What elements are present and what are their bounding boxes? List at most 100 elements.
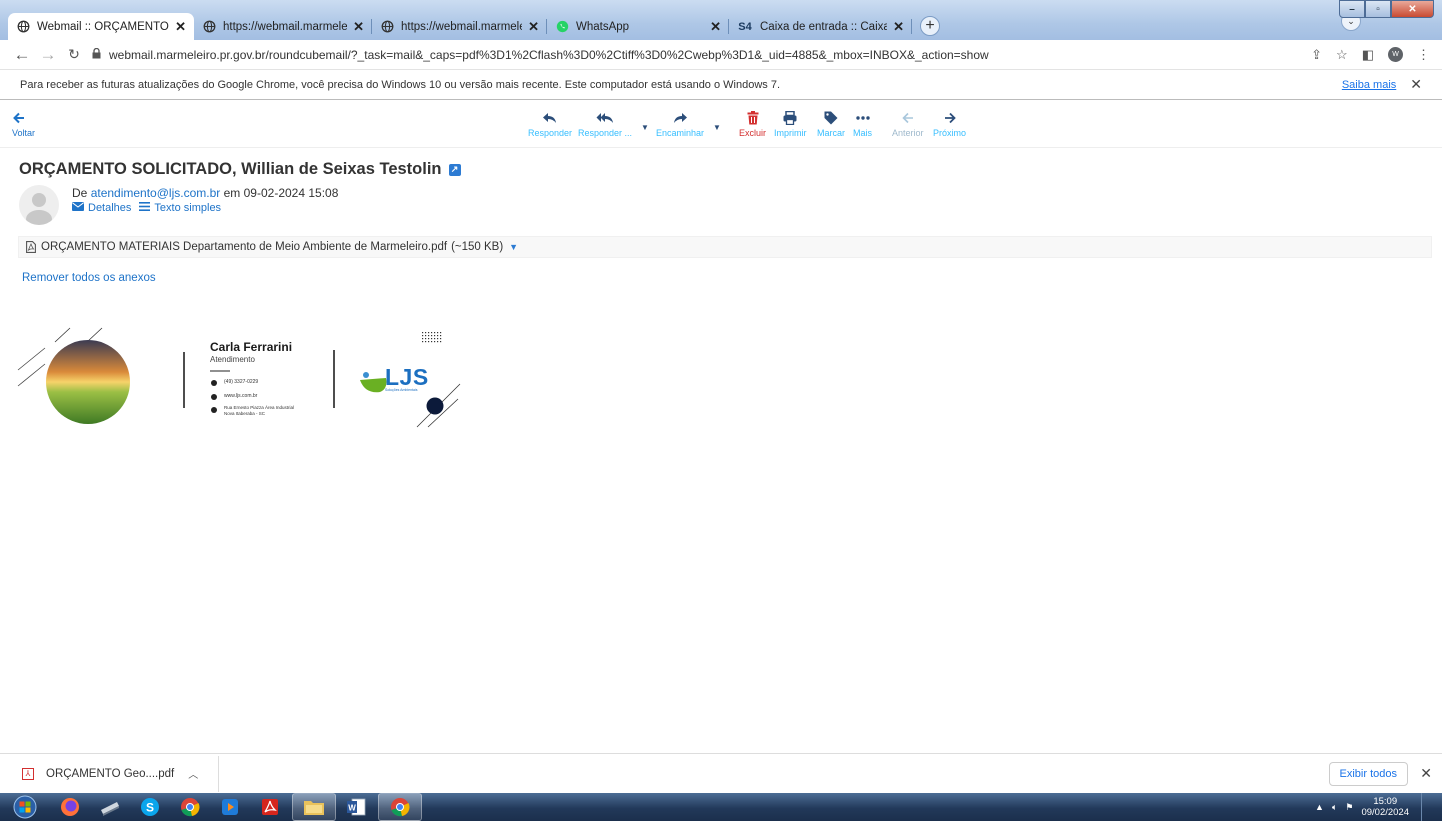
company-logo-text: LJS: [385, 364, 429, 390]
tab-close-icon[interactable]: ✕: [893, 19, 904, 35]
attachment-item[interactable]: ORÇAMENTO MATERIAIS Departamento de Meio…: [18, 236, 1432, 258]
message-subject: ORÇAMENTO SOLICITADO, Willian de Seixas …: [19, 160, 461, 179]
plain-text-link[interactable]: Texto simples: [139, 202, 221, 214]
tray-expand-icon[interactable]: ▲: [1315, 802, 1324, 812]
date-prefix: em: [223, 186, 241, 200]
tab-close-icon[interactable]: ✕: [710, 19, 721, 35]
signature-role: Atendimento: [210, 355, 255, 364]
back-button[interactable]: Voltar: [12, 108, 35, 138]
clock[interactable]: 15:09 09/02/2024: [1361, 796, 1409, 818]
tab-close-icon[interactable]: ✕: [528, 19, 539, 35]
forward-arrow-icon[interactable]: →: [35, 45, 61, 65]
reply-all-button[interactable]: Responder ...: [578, 108, 632, 138]
open-in-new-window-icon[interactable]: ↗: [448, 163, 461, 176]
browser-tab-strip: Webmail :: ORÇAMENTO SOLICITADO ✕ https:…: [0, 0, 1442, 40]
company-logo-subtitle: Soluções Ambientais: [385, 388, 418, 392]
maximize-button[interactable]: ▫: [1365, 0, 1391, 18]
attachment-menu-dropdown-icon[interactable]: ▼: [509, 242, 518, 252]
svg-text:W: W: [348, 804, 356, 813]
attachment-name: ORÇAMENTO MATERIAIS Departamento de Meio…: [41, 241, 448, 253]
start-button[interactable]: [0, 793, 50, 821]
skype-icon[interactable]: S: [130, 793, 170, 821]
menu-kebab-icon[interactable]: ⋮: [1417, 47, 1430, 63]
pdf-file-icon: [26, 241, 36, 253]
side-panel-icon[interactable]: ◧: [1362, 47, 1374, 63]
window-controls: – ▫ ✕: [1339, 0, 1434, 18]
infobar-message: Para receber as futuras atualizações do …: [20, 78, 781, 91]
globe-icon: [380, 20, 394, 34]
minimize-button[interactable]: –: [1339, 0, 1365, 18]
tab-close-icon[interactable]: ✕: [175, 19, 186, 35]
share-icon[interactable]: ⇪: [1311, 47, 1322, 63]
more-button[interactable]: Mais: [853, 108, 872, 138]
tab-list: Webmail :: ORÇAMENTO SOLICITADO ✕ https:…: [8, 13, 940, 40]
mark-label: Marcar: [817, 128, 846, 138]
tab-title: https://webmail.marmeleiro.pr.gov.br: [401, 20, 522, 33]
tab-whatsapp[interactable]: WhatsApp ✕: [547, 13, 729, 40]
ellipsis-icon: [855, 108, 870, 128]
signature-address-1: Rua Ernesto Piazza Área Industrial: [224, 405, 295, 410]
scanner-icon[interactable]: [90, 793, 130, 821]
whatsapp-icon: [555, 20, 569, 34]
address-bar[interactable]: webmail.marmeleiro.pr.gov.br/roundcubema…: [92, 44, 1308, 66]
acrobat-icon[interactable]: [250, 793, 290, 821]
media-player-icon[interactable]: [210, 793, 250, 821]
new-tab-button[interactable]: +: [920, 16, 940, 36]
signature-website: www.ljs.com.br: [224, 393, 258, 399]
close-icon[interactable]: ✕: [1410, 76, 1422, 93]
forward-label: Encaminhar: [656, 128, 705, 138]
more-label: Mais: [853, 128, 873, 138]
learn-more-link[interactable]: Saiba mais: [1342, 79, 1396, 91]
print-button[interactable]: Imprimir: [774, 108, 807, 138]
volume-icon[interactable]: 🔈︎: [1332, 802, 1337, 813]
profile-avatar[interactable]: W: [1388, 47, 1403, 62]
lock-icon: [92, 47, 101, 62]
delete-label: Excluir: [739, 128, 767, 138]
tab-title: Webmail :: ORÇAMENTO SOLICITADO: [37, 20, 169, 33]
reply-all-icon: [596, 108, 614, 128]
globe-icon: [16, 20, 30, 34]
sender-email-link[interactable]: atendimento@ljs.com.br: [91, 186, 221, 200]
forward-dropdown-icon[interactable]: ▼: [713, 123, 721, 132]
file-explorer-icon[interactable]: [292, 793, 336, 821]
tab-inbox[interactable]: S4 Caixa de entrada :: Caixa de entrada …: [729, 13, 912, 40]
tab-webmail-3[interactable]: https://webmail.marmeleiro.pr.gov.br ✕: [372, 13, 547, 40]
mail-toolbar: Voltar Responder Responder ... ▼ Encamin…: [0, 103, 1442, 148]
show-desktop-button[interactable]: [1421, 793, 1430, 821]
download-item[interactable]: ⅄ ORÇAMENTO Geo....pdf ︿: [0, 755, 220, 792]
subject-text: ORÇAMENTO SOLICITADO, Willian de Seixas …: [19, 160, 442, 178]
firefox-icon[interactable]: [50, 793, 90, 821]
tab-title: https://webmail.marmeleiro.pr.gov.br: [223, 20, 348, 33]
chrome-active-icon[interactable]: [378, 793, 422, 821]
remove-all-attachments-link[interactable]: Remover todos os anexos: [22, 272, 156, 284]
mark-button[interactable]: Marcar: [817, 108, 845, 138]
flag-icon[interactable]: ⚑: [1345, 802, 1353, 813]
arrow-left-icon: [12, 108, 26, 128]
svg-text:S: S: [146, 801, 154, 815]
reply-all-dropdown-icon[interactable]: ▼: [641, 123, 649, 132]
delete-button[interactable]: Excluir: [739, 108, 766, 138]
tab-webmail-2[interactable]: https://webmail.marmeleiro.pr.gov.br ✕: [194, 13, 372, 40]
bookmark-star-icon[interactable]: ☆: [1336, 47, 1348, 63]
details-link[interactable]: Detalhes: [72, 202, 131, 214]
tab-webmail-message[interactable]: Webmail :: ORÇAMENTO SOLICITADO ✕: [8, 13, 194, 40]
clock-time: 15:09: [1373, 796, 1398, 807]
back-arrow-icon[interactable]: ←: [9, 45, 35, 65]
download-bar: ⅄ ORÇAMENTO Geo....pdf ︿ Exibir todos ✕: [0, 753, 1442, 793]
word-icon[interactable]: W: [336, 793, 376, 821]
show-all-downloads-button[interactable]: Exibir todos: [1328, 762, 1408, 786]
update-infobar: Para receber as futuras atualizações do …: [0, 69, 1442, 100]
chevron-up-icon[interactable]: ︿: [188, 766, 198, 781]
chrome-icon[interactable]: [170, 793, 210, 821]
email-signature: Carla Ferrarini Atendimento (49) 3327-02…: [15, 320, 475, 435]
previous-button[interactable]: Anterior: [892, 108, 924, 138]
plain-text-label: Texto simples: [154, 202, 222, 214]
forward-button[interactable]: Encaminhar: [656, 108, 704, 138]
signature-name: Carla Ferrarini: [210, 340, 293, 354]
reply-button[interactable]: Responder: [528, 108, 572, 138]
next-button[interactable]: Próximo: [933, 108, 966, 138]
reload-icon[interactable]: ↻: [61, 46, 87, 63]
close-window-button[interactable]: ✕: [1391, 0, 1434, 18]
tab-close-icon[interactable]: ✕: [353, 19, 364, 35]
close-icon[interactable]: ✕: [1420, 765, 1432, 782]
